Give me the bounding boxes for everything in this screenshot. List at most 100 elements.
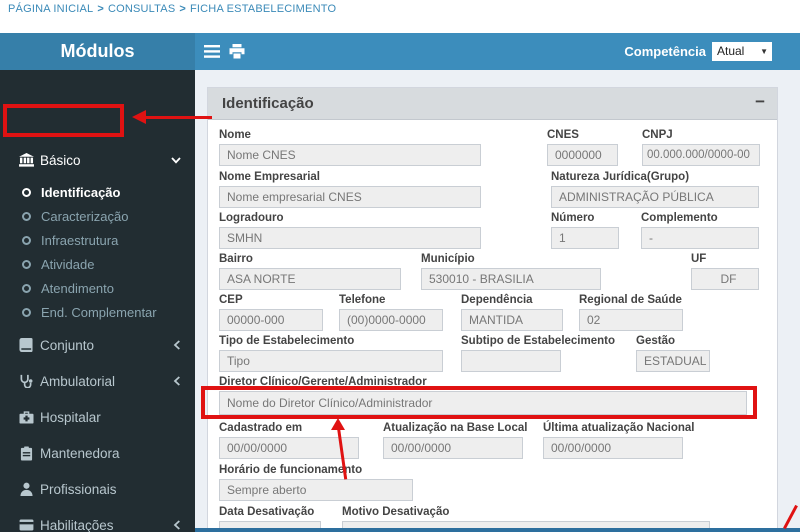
circle-icon <box>22 236 31 245</box>
field-ultima-atualizacao-nacional: Última atualização Nacional <box>543 422 683 459</box>
ultima-atualizacao-nacional-input[interactable] <box>543 437 683 459</box>
breadcrumb-consultas[interactable]: CONSULTAS <box>108 3 175 15</box>
sidebar-item-label: Atendimento <box>41 281 114 296</box>
book-icon <box>16 338 36 352</box>
nome-input[interactable] <box>219 144 481 166</box>
field-label: CNPJ <box>642 129 760 141</box>
chevron-down-icon <box>171 156 181 164</box>
field-municipio: Município <box>421 253 601 290</box>
field-gestao: Gestão <box>636 335 710 372</box>
breadcrumb-pagina-inicial[interactable]: PÁGINA INICIAL <box>8 3 93 15</box>
bank-icon <box>16 153 36 167</box>
field-cnes: CNES <box>547 129 618 166</box>
gestao-input[interactable] <box>636 350 710 372</box>
sidebar-item-label: Ambulatorial <box>40 374 115 389</box>
field-label: Dependência <box>461 294 563 306</box>
sidebar-item-basico[interactable]: Básico <box>0 143 195 177</box>
cep-input[interactable] <box>219 309 323 331</box>
field-nome-empresarial: Nome Empresarial <box>219 171 481 208</box>
field-label: Cadastrado em <box>219 422 359 434</box>
sidebar-item-conjunto[interactable]: Conjunto <box>0 328 195 362</box>
field-label: Complemento <box>641 212 759 224</box>
municipio-input[interactable] <box>421 268 601 290</box>
field-label: Logradouro <box>219 212 481 224</box>
competencia-selected-value: Atual <box>717 44 744 58</box>
sidebar-item-identificacao[interactable]: Identificação <box>0 180 195 204</box>
nome-empresarial-input[interactable] <box>219 186 481 208</box>
field-label: Subtipo de Estabelecimento <box>461 335 561 347</box>
field-uf: UF <box>691 253 759 290</box>
field-label: Bairro <box>219 253 401 265</box>
subtipo-estabelecimento-input[interactable] <box>461 350 561 372</box>
sidebar-item-end-complementar[interactable]: End. Complementar <box>0 300 195 324</box>
sidebar-item-label: Habilitações <box>40 518 114 532</box>
field-cadastrado-em: Cadastrado em <box>219 422 359 459</box>
complemento-input[interactable] <box>641 227 759 249</box>
sidebar-item-label: Atividade <box>41 257 94 272</box>
breadcrumb-separator: > <box>179 3 186 15</box>
field-label: CEP <box>219 294 323 306</box>
regional-saude-input[interactable] <box>579 309 683 331</box>
cnpj-input[interactable] <box>642 144 760 166</box>
field-label: Município <box>421 253 601 265</box>
atualizacao-base-local-input[interactable] <box>383 437 523 459</box>
field-label: Motivo Desativação <box>342 506 710 518</box>
breadcrumb: PÁGINA INICIAL>CONSULTAS>FICHA ESTABELEC… <box>8 3 336 15</box>
field-subtipo-estabelecimento: Subtipo de Estabelecimento <box>461 335 561 372</box>
panel-title: Identificação <box>222 95 314 112</box>
logradouro-input[interactable] <box>219 227 481 249</box>
sidebar-item-caracterizacao[interactable]: Caracterização <box>0 204 195 228</box>
field-label: UF <box>691 253 759 265</box>
sidebar-item-label: Identificação <box>41 185 120 200</box>
field-label: Telefone <box>339 294 443 306</box>
numero-input[interactable] <box>551 227 619 249</box>
sidebar-item-atendimento[interactable]: Atendimento <box>0 276 195 300</box>
sidebar-item-profissionais[interactable]: Profissionais <box>0 472 195 506</box>
chevron-left-icon <box>173 376 181 386</box>
bairro-input[interactable] <box>219 268 401 290</box>
circle-icon <box>22 284 31 293</box>
uf-input[interactable] <box>691 268 759 290</box>
field-label: Horário de funcionamento <box>219 464 413 476</box>
competencia-select[interactable]: Atual ▼ <box>712 42 772 61</box>
horario-funcionamento-input[interactable] <box>219 479 413 501</box>
sidebar-item-infraestrutura[interactable]: Infraestrutura <box>0 228 195 252</box>
field-bairro: Bairro <box>219 253 401 290</box>
field-dependencia: Dependência <box>461 294 563 331</box>
sidebar-item-ambulatorial[interactable]: Ambulatorial <box>0 364 195 398</box>
chevron-left-icon <box>173 520 181 530</box>
cadastrado-em-input[interactable] <box>219 437 359 459</box>
top-navbar: Módulos Competência Atual ▼ <box>0 33 800 70</box>
brand-title: Módulos <box>0 33 195 70</box>
field-horario-funcionamento: Horário de funcionamento <box>219 464 413 501</box>
field-label: Natureza Jurídica(Grupo) <box>551 171 759 183</box>
sidebar-item-label: Infraestrutura <box>41 233 118 248</box>
field-complemento: Complemento <box>641 212 759 249</box>
diretor-input[interactable] <box>219 391 747 415</box>
sidebar-item-label: Caracterização <box>41 209 128 224</box>
modules-sidebar: Básico Identificação Caracterização Infr… <box>0 70 195 532</box>
circle-icon <box>22 308 31 317</box>
natureza-juridica-input[interactable] <box>551 186 759 208</box>
dependencia-input[interactable] <box>461 309 563 331</box>
collapse-button[interactable]: − <box>755 92 765 112</box>
field-label: Última atualização Nacional <box>543 422 683 434</box>
field-label: Gestão <box>636 335 710 347</box>
breadcrumb-ficha-estabelecimento[interactable]: FICHA ESTABELECIMENTO <box>190 3 336 15</box>
cnes-input[interactable] <box>547 144 618 166</box>
field-logradouro: Logradouro <box>219 212 481 249</box>
print-button[interactable] <box>224 33 250 70</box>
sidebar-item-atividade[interactable]: Atividade <box>0 252 195 276</box>
competencia-label: Competência <box>624 44 706 59</box>
tipo-estabelecimento-input[interactable] <box>219 350 443 372</box>
sidebar-item-mantenedora[interactable]: Mantenedora <box>0 436 195 470</box>
field-regional-saude: Regional de Saúde <box>579 294 683 331</box>
sidebar-toggle-button[interactable] <box>199 33 225 70</box>
field-label: Regional de Saúde <box>579 294 683 306</box>
field-label: Número <box>551 212 619 224</box>
telefone-input[interactable] <box>339 309 443 331</box>
field-atualizacao-base-local: Atualização na Base Local <box>383 422 523 459</box>
sidebar-item-hospitalar[interactable]: Hospitalar <box>0 400 195 434</box>
select-caret-icon: ▼ <box>760 42 768 61</box>
sidebar-item-habilitacoes[interactable]: Habilitações <box>0 508 195 532</box>
